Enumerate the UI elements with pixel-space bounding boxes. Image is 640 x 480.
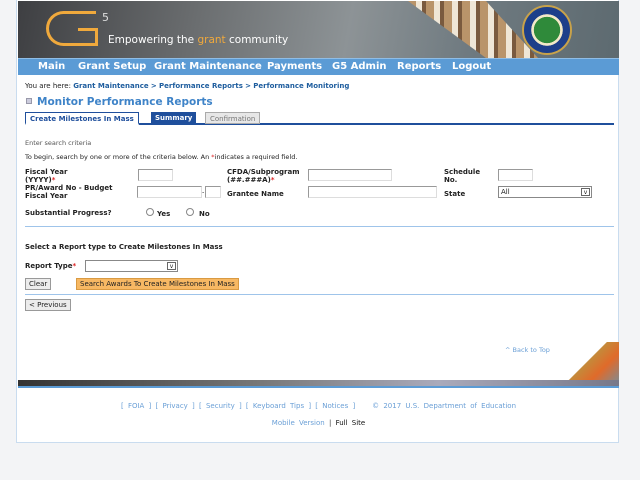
progress-label: Substantial Progress? — [25, 209, 112, 217]
footer-privacy[interactable]: Privacy — [162, 402, 187, 410]
fy-l1: Fiscal Year — [25, 168, 68, 176]
breadcrumb-prefix: You are here: — [25, 82, 71, 90]
award-l2: Fiscal Year — [25, 192, 68, 200]
no-radio[interactable] — [186, 208, 194, 216]
award-label: PR/Award No - Budget Fiscal Year — [25, 184, 112, 200]
divider — [25, 226, 614, 227]
back-to-top-link[interactable]: ^ Back to Top — [505, 346, 550, 354]
search-awards-button[interactable]: Search Awards To Create Milestones In Ma… — [76, 278, 239, 290]
instructions-post: indicates a required field. — [214, 153, 298, 161]
footer-foia[interactable]: FOIA — [128, 402, 144, 410]
version-sep: | — [328, 419, 332, 427]
previous-button[interactable]: < Previous — [25, 299, 71, 311]
yes-radio[interactable] — [146, 208, 154, 216]
divider — [25, 294, 614, 295]
tab-create-milestones[interactable]: Create Milestones In Mass — [25, 112, 139, 125]
nav-g5-admin[interactable]: G5 Admin — [332, 61, 387, 72]
tagline-pre: Empowering the — [108, 34, 198, 46]
tagline-post: community — [225, 34, 289, 46]
no-label: No — [199, 210, 210, 218]
breadcrumb-sep: > — [150, 82, 157, 90]
sched-l1: Schedule — [444, 168, 481, 176]
nav-logout[interactable]: Logout — [452, 61, 491, 72]
schedule-label: Schedule No. — [444, 168, 480, 184]
bookshelf-image — [408, 1, 538, 58]
fy-l2: (YYYY) — [25, 176, 52, 184]
section-heading: Select a Report type to Create Milestone… — [25, 243, 223, 251]
site-version: Mobile Version | Full Site — [17, 419, 620, 427]
yes-label: Yes — [157, 210, 171, 218]
footer-keyboard-tips[interactable]: Keyboard Tips — [253, 402, 304, 410]
full-site: Full Site — [335, 419, 366, 427]
instructions: To begin, search by one or more of the c… — [25, 153, 297, 161]
chevron-down-icon: v — [167, 262, 176, 270]
instructions-pre: To begin, search by one or more of the c… — [25, 153, 212, 161]
page-title: Monitor Performance Reports — [37, 96, 213, 108]
nav-grant-setup[interactable]: Grant Setup — [78, 61, 146, 72]
grantee-name-input[interactable] — [308, 186, 437, 198]
sched-l2: No. — [444, 176, 458, 184]
award-separator: - — [202, 188, 205, 196]
nav-payments[interactable]: Payments — [267, 61, 322, 72]
nav-grant-maintenance[interactable]: Grant Maintenance — [154, 61, 262, 72]
tab-bar: Create Milestones In Mass Summary Confir… — [25, 112, 614, 125]
chevron-down-icon: v — [581, 188, 590, 196]
cfda-l1: CFDA/Subprogram — [227, 168, 300, 176]
cfda-label: CFDA/Subprogram (##.###A)* — [227, 168, 300, 184]
budget-year-input[interactable] — [205, 186, 221, 198]
footer-security[interactable]: Security — [206, 402, 235, 410]
cfda-l2: (##.###A) — [227, 176, 271, 184]
award-number-input[interactable] — [137, 186, 202, 198]
schedule-input[interactable] — [498, 169, 533, 181]
footer-banner — [18, 380, 619, 388]
state-value: All — [501, 188, 510, 196]
tab-confirmation: Confirmation — [205, 112, 261, 124]
tab-summary[interactable]: Summary — [151, 112, 197, 124]
breadcrumb-sep: > — [245, 82, 252, 90]
page-container: 5 Empowering the grant community Main Gr… — [16, 0, 619, 443]
mobile-version-link[interactable]: Mobile Version — [272, 419, 325, 427]
department-seal-icon — [522, 5, 572, 55]
state-select[interactable]: All v — [498, 186, 592, 198]
report-type-label: Report Type* — [25, 262, 77, 270]
tagline-accent: grant — [197, 34, 226, 46]
classroom-image — [565, 342, 619, 380]
search-intro: Enter search criteria — [25, 139, 92, 147]
breadcrumb-performance-monitoring: Performance Monitoring — [253, 82, 350, 90]
footer-links: [ FOIA ] [ Privacy ] [ Security ] [ Keyb… — [120, 402, 517, 410]
nav-main[interactable]: Main — [38, 61, 65, 72]
breadcrumb-performance-reports[interactable]: Performance Reports — [159, 82, 243, 90]
fiscal-year-label: Fiscal Year (YYYY)* — [25, 168, 68, 184]
report-type-text: Report Type — [25, 262, 73, 270]
footer-notices[interactable]: Notices — [322, 402, 348, 410]
breadcrumb-grant-maintenance[interactable]: Grant Maintenance — [73, 82, 148, 90]
grantee-label: Grantee Name — [227, 190, 284, 198]
g5-logo-bar — [78, 28, 98, 46]
award-l1: PR/Award No - Budget — [25, 184, 113, 192]
cfda-input[interactable] — [308, 169, 392, 181]
tagline: Empowering the grant community — [108, 34, 288, 46]
fiscal-year-input[interactable] — [138, 169, 173, 181]
nav-reports[interactable]: Reports — [397, 61, 441, 72]
copyright: © 2017 U.S. Department of Education — [372, 402, 517, 410]
clear-button[interactable]: Clear — [25, 278, 52, 290]
breadcrumb: You are here: Grant Maintenance > Perfor… — [25, 82, 349, 90]
page-icon — [26, 98, 32, 104]
banner: 5 Empowering the grant community — [18, 1, 619, 58]
logo-superscript: 5 — [102, 11, 109, 24]
main-nav: Main Grant Setup Grant Maintenance Payme… — [18, 58, 619, 75]
state-label: State — [444, 190, 466, 198]
report-type-select[interactable]: v — [85, 260, 178, 272]
